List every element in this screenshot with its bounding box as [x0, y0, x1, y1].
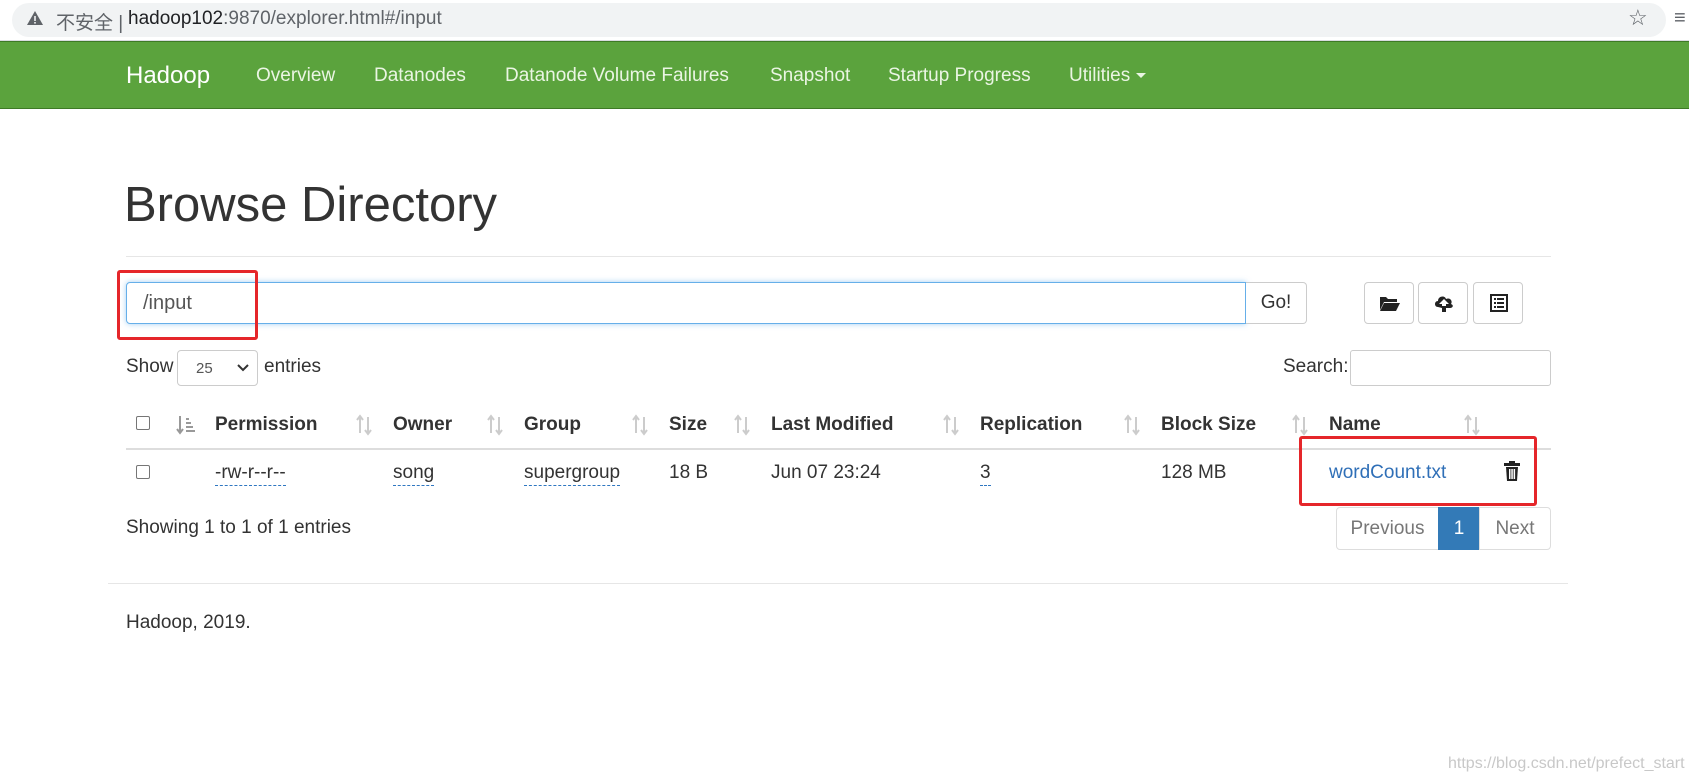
cloud-upload-icon [1435, 296, 1453, 312]
footer-divider [108, 583, 1568, 584]
column-header-group[interactable]: Group [524, 414, 581, 436]
nav-utilities-dropdown[interactable]: Utilities [1069, 65, 1147, 87]
caret-down-icon [1136, 73, 1147, 79]
nav-snapshot[interactable]: Snapshot [770, 65, 850, 87]
sort-icon[interactable] [1290, 414, 1310, 436]
pagination-previous[interactable]: Previous [1336, 507, 1439, 550]
sort-icon[interactable] [485, 414, 505, 436]
nav-startup-progress[interactable]: Startup Progress [888, 65, 1031, 87]
nav-utilities-label: Utilities [1069, 65, 1131, 86]
bookmark-star-icon[interactable]: ☆ [1628, 5, 1648, 31]
column-header-replication[interactable]: Replication [980, 414, 1082, 436]
pagination-next[interactable]: Next [1479, 507, 1551, 550]
top-navbar: Hadoop Overview Datanodes Datanode Volum… [0, 41, 1689, 109]
go-button[interactable]: Go! [1246, 282, 1307, 324]
watermark: https://blog.csdn.net/prefect_start [1448, 755, 1685, 772]
show-label: Show [126, 356, 174, 377]
search-input[interactable] [1350, 350, 1551, 386]
column-header-last-modified[interactable]: Last Modified [771, 414, 893, 436]
sort-icon[interactable] [1462, 414, 1482, 436]
cell-group[interactable]: supergroup [524, 462, 621, 486]
column-header-block-size[interactable]: Block Size [1161, 414, 1256, 436]
browser-address-bar: 不安全 | hadoop102:9870/explorer.html#/inpu… [0, 0, 1689, 41]
nav-overview[interactable]: Overview [256, 65, 335, 87]
folder-open-icon [1380, 297, 1400, 311]
sort-icon[interactable] [732, 414, 752, 436]
sort-icon[interactable] [630, 414, 650, 436]
warning-icon[interactable] [26, 9, 44, 27]
sort-amount-icon[interactable] [176, 414, 196, 436]
select-all-checkbox[interactable] [136, 416, 150, 430]
security-label[interactable]: 不安全 | [56, 8, 123, 35]
cell-last-modified: Jun 07 23:24 [771, 462, 881, 483]
cut-paste-button[interactable] [1473, 282, 1523, 324]
page-title: Browse Directory [124, 178, 498, 232]
chevron-down-icon [237, 364, 249, 372]
cell-size: 18 B [669, 462, 709, 483]
entries-per-page-select[interactable]: 25 [177, 350, 258, 386]
cell-permission[interactable]: -rw-r--r-- [215, 462, 286, 486]
brand-logo[interactable]: Hadoop [126, 62, 210, 90]
sort-icon[interactable] [941, 414, 961, 436]
cell-owner[interactable]: song [393, 462, 435, 486]
row-checkbox[interactable] [136, 465, 150, 479]
url-host: hadoop102 [128, 8, 224, 29]
url-text[interactable]: hadoop102:9870/explorer.html#/input [128, 8, 442, 30]
column-header-name[interactable]: Name [1329, 414, 1381, 436]
annotation-box-path [117, 270, 258, 340]
column-header-size[interactable]: Size [669, 414, 707, 436]
sort-icon[interactable] [1122, 414, 1142, 436]
search-label: Search: [1283, 356, 1349, 377]
entries-per-page-value: 25 [196, 360, 213, 377]
list-alt-icon [1490, 294, 1508, 312]
create-directory-button[interactable] [1364, 282, 1414, 324]
upload-files-button[interactable] [1418, 282, 1468, 324]
entries-label: entries [264, 356, 322, 377]
browser-menu-icon[interactable]: ≡ [1674, 7, 1686, 30]
nav-datanode-volume-failures[interactable]: Datanode Volume Failures [505, 65, 729, 87]
nav-datanodes[interactable]: Datanodes [374, 65, 466, 87]
sort-icon[interactable] [354, 414, 374, 436]
directory-path-input[interactable] [126, 282, 1246, 324]
url-path: :9870/explorer.html#/input [223, 8, 442, 29]
annotation-box-filename [1299, 436, 1537, 506]
table-info: Showing 1 to 1 of 1 entries [126, 517, 351, 538]
column-header-owner[interactable]: Owner [393, 414, 452, 436]
cell-block-size: 128 MB [1161, 462, 1227, 483]
divider [126, 256, 1551, 257]
cell-replication[interactable]: 3 [980, 462, 991, 486]
pagination-page-1[interactable]: 1 [1438, 507, 1480, 550]
column-header-permission[interactable]: Permission [215, 414, 317, 436]
footer-copyright: Hadoop, 2019. [126, 612, 251, 633]
